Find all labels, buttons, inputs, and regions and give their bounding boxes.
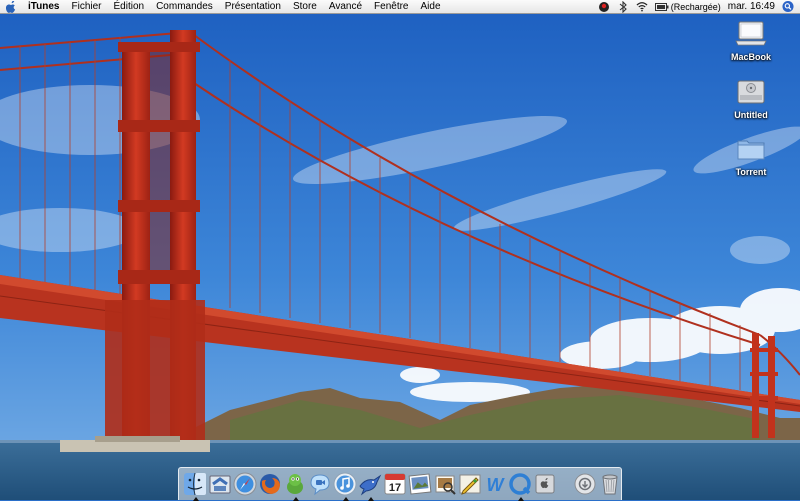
preview-icon [435, 475, 456, 495]
dock-ical[interactable]: 17 [383, 471, 407, 497]
dock: 17 W [178, 467, 622, 501]
laptop-icon [734, 19, 768, 49]
menu-fenetre[interactable]: Fenêtre [368, 0, 414, 14]
menu-bar: iTunes Fichier Édition Commandes Présent… [0, 0, 800, 14]
running-indicator [368, 497, 374, 501]
dock-itunes[interactable] [333, 471, 357, 501]
dock-ichat[interactable] [308, 471, 332, 497]
dock-trash[interactable] [598, 471, 622, 497]
safari-icon [233, 472, 257, 496]
ichat-icon [310, 474, 330, 496]
running-indicator [518, 497, 524, 501]
dock-adium[interactable] [283, 471, 307, 501]
svg-text:W: W [487, 475, 506, 495]
desktop-icon-macbook[interactable]: MacBook [723, 19, 779, 62]
finder-icon [184, 472, 206, 496]
bird-app-icon [359, 474, 382, 496]
battery-status[interactable]: (Rechargée) [654, 1, 721, 12]
clock[interactable]: mar. 16:49 [728, 1, 775, 12]
battery-icon [654, 2, 669, 11]
running-indicator [343, 497, 349, 501]
menu-edition[interactable]: Édition [108, 0, 151, 14]
itunes-icon [333, 472, 357, 496]
dock-finder[interactable] [183, 471, 207, 501]
adium-icon [287, 474, 303, 494]
battery-label: (Rechargée) [670, 1, 721, 12]
spotlight-icon[interactable] [782, 0, 794, 13]
dock-w-app[interactable]: W [483, 471, 507, 497]
running-indicator [193, 497, 199, 501]
dock-firefox[interactable] [258, 471, 282, 497]
desktop-wallpaper [0, 0, 800, 500]
menu-avance[interactable]: Avancé [323, 0, 368, 14]
hard-drive-icon [734, 77, 768, 107]
bluetooth-icon[interactable] [617, 0, 629, 13]
apple-icon[interactable] [0, 0, 22, 14]
dock-mail[interactable] [208, 471, 232, 497]
ical-icon: 17 [384, 473, 406, 495]
running-indicator [293, 497, 299, 501]
wifi-icon[interactable] [636, 1, 648, 13]
dock-q-app[interactable] [508, 471, 532, 501]
desktop-icon-label: Torrent [735, 167, 767, 177]
desktop-icon-label: MacBook [730, 52, 771, 62]
dock-safari[interactable] [233, 471, 257, 497]
dock-system-preferences[interactable] [533, 471, 557, 497]
folder-icon [734, 134, 768, 164]
status-icon[interactable] [598, 1, 610, 13]
menu-commandes[interactable]: Commandes [150, 0, 219, 14]
menu-fichier[interactable]: Fichier [65, 0, 107, 14]
dock-preview[interactable] [433, 471, 457, 497]
downloads-stack-icon [574, 473, 596, 495]
desktop-icon-label: Untitled [734, 110, 768, 120]
dock-pencil-app[interactable] [458, 471, 482, 497]
ical-date: 17 [389, 482, 401, 494]
dock-bird-app[interactable] [358, 471, 382, 501]
dock-photo[interactable] [408, 471, 432, 497]
menu-itunes[interactable]: iTunes [22, 0, 65, 14]
q-app-icon [509, 473, 531, 495]
menu-store[interactable]: Store [287, 0, 323, 14]
mail-icon [209, 475, 231, 494]
trash-icon [602, 474, 618, 495]
dock-downloads-stack[interactable] [573, 471, 597, 497]
system-preferences-icon [535, 474, 555, 494]
desktop-icon-torrent[interactable]: Torrent [723, 134, 779, 177]
pencil-app-icon [459, 474, 481, 495]
photo-icon [408, 473, 432, 495]
w-app-icon: W [487, 475, 506, 495]
menu-presentation[interactable]: Présentation [219, 0, 287, 14]
menu-aide[interactable]: Aide [415, 0, 447, 14]
firefox-icon [260, 474, 280, 494]
desktop-icon-untitled[interactable]: Untitled [723, 77, 779, 120]
